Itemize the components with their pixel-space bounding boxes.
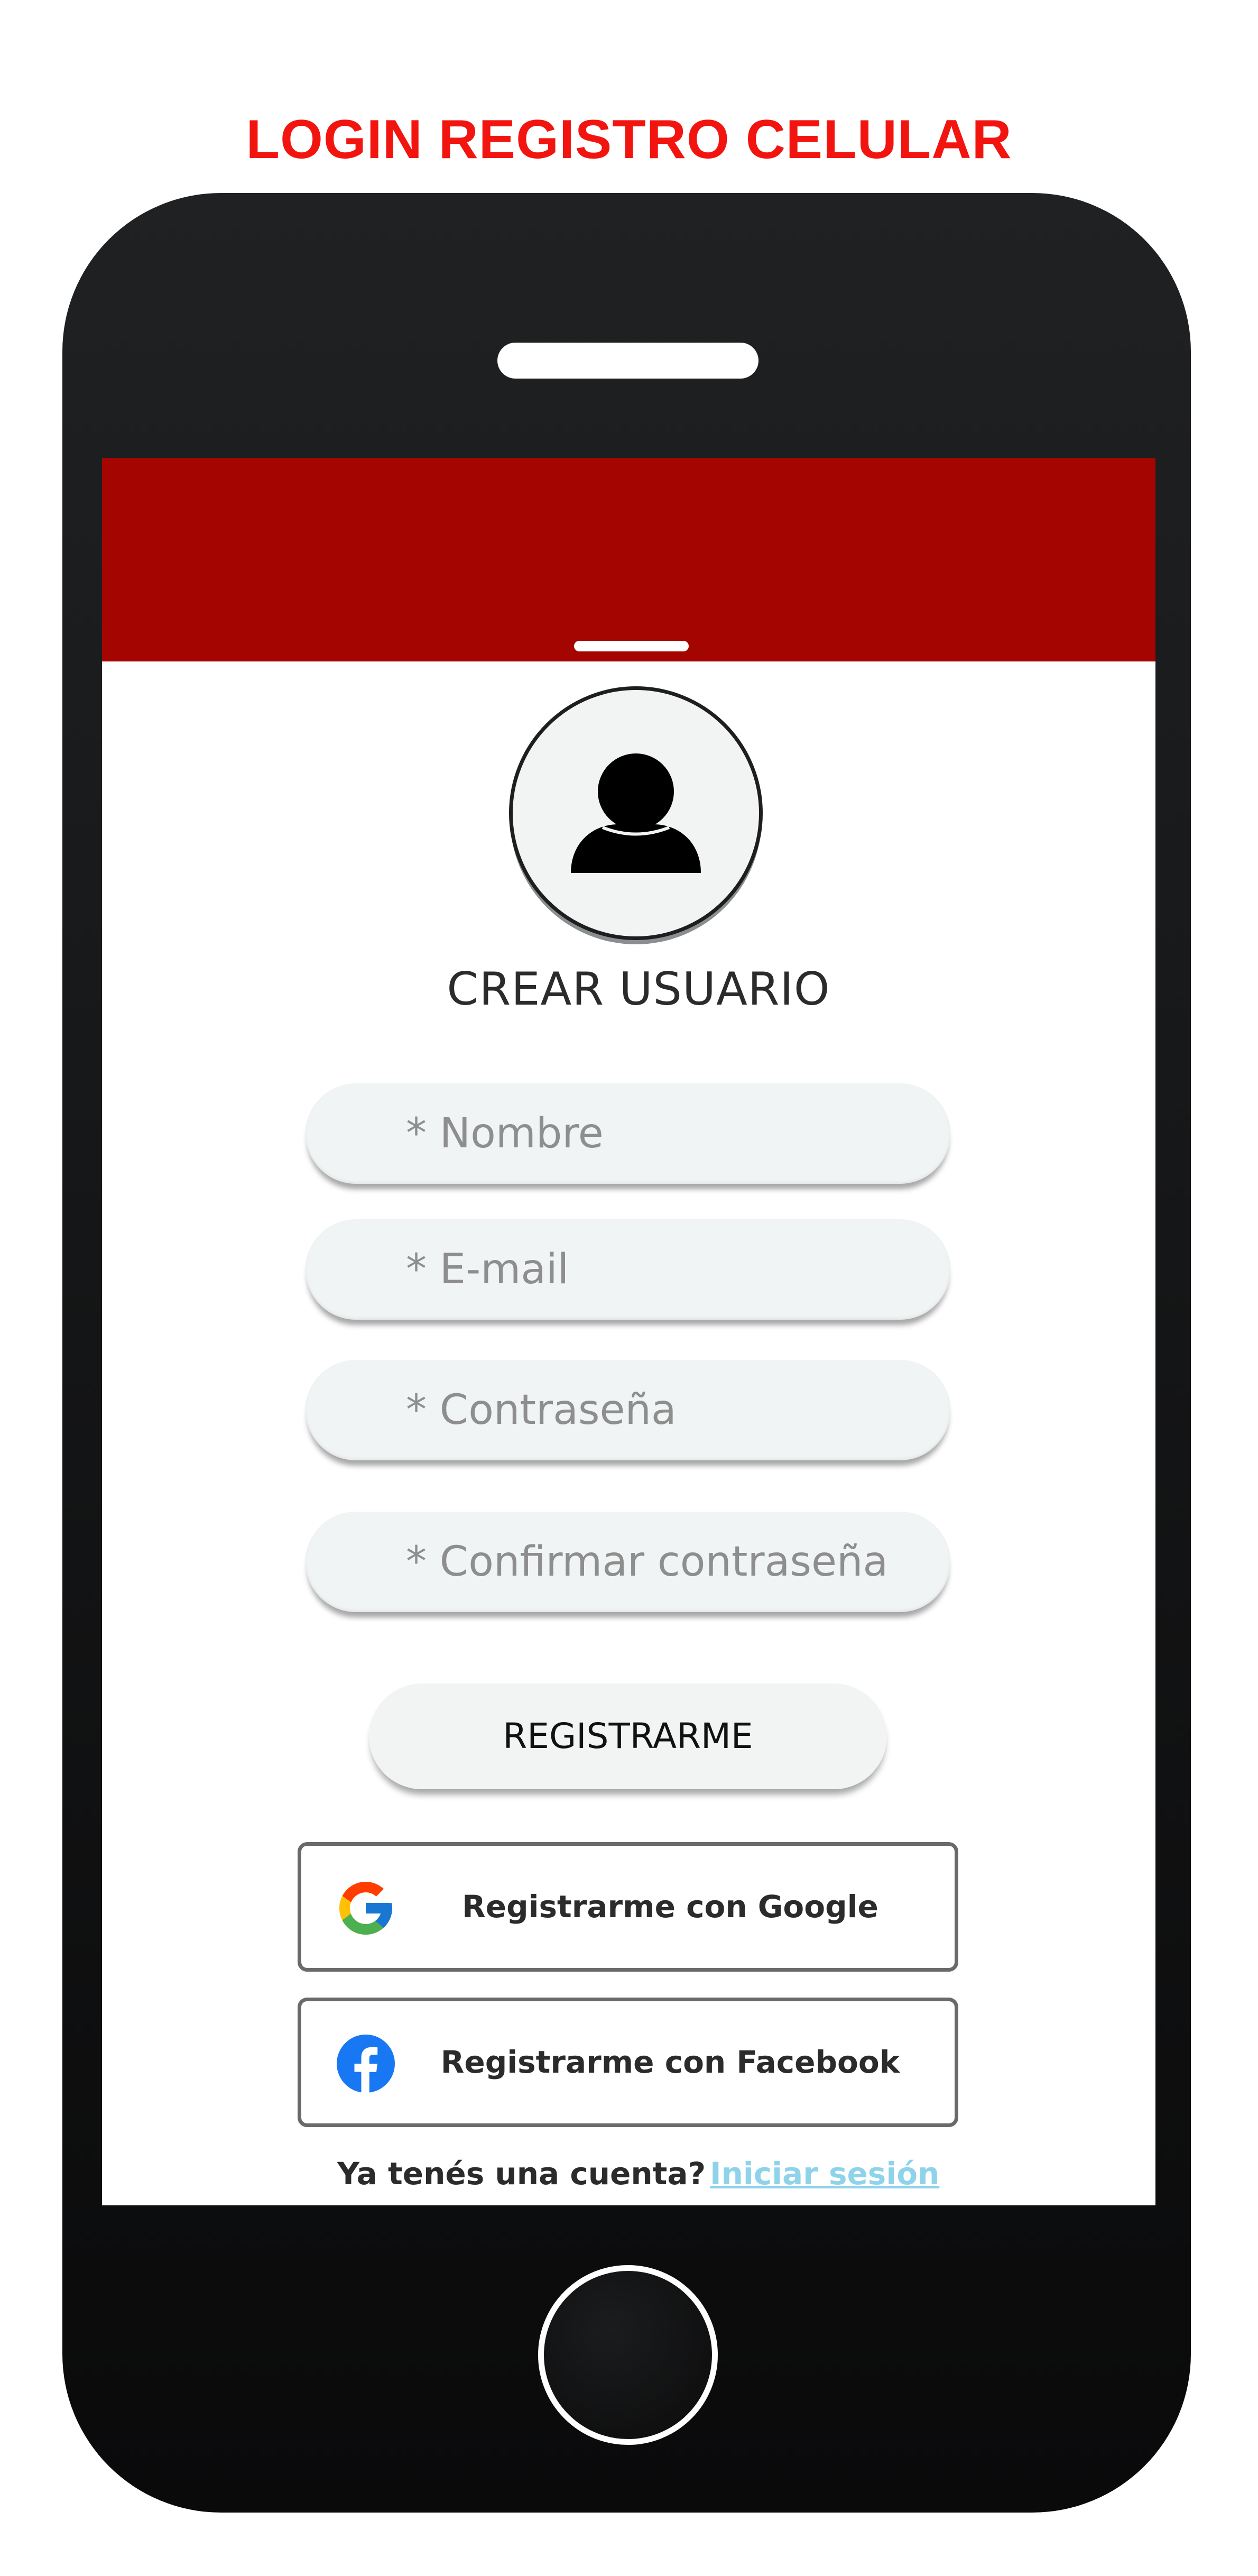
facebook-register-label: Registrarme con Facebook <box>440 2044 900 2080</box>
drag-handle[interactable] <box>574 641 689 651</box>
google-register-button[interactable]: Registrarme con Google <box>298 1842 958 1972</box>
phone-screen: CREAR USUARIO * Nombre * E-mail * Contra… <box>102 458 1155 2205</box>
home-button[interactable] <box>538 2265 718 2445</box>
form-title: CREAR USUARIO <box>447 963 830 1016</box>
account-prompt: Ya tenés una cuenta? <box>337 2156 706 2192</box>
login-link[interactable]: Iniciar sesión <box>710 2147 939 2200</box>
name-field[interactable]: * Nombre <box>306 1083 950 1184</box>
google-register-label: Registrarme con Google <box>462 1889 878 1925</box>
name-field-placeholder: * Nombre <box>406 1110 604 1157</box>
email-field-placeholder: * E-mail <box>406 1246 569 1293</box>
confirm-password-field-placeholder: * Confirmar contraseña <box>406 1538 889 1586</box>
page-title: LOGIN REGISTRO CELULAR <box>246 109 1012 170</box>
email-field[interactable]: * E-mail <box>306 1219 950 1320</box>
register-button[interactable]: REGISTRARME <box>369 1683 887 1789</box>
user-icon <box>571 753 701 873</box>
password-field-placeholder: * Contraseña <box>406 1386 677 1434</box>
password-field[interactable]: * Contraseña <box>306 1360 950 1460</box>
header-bar <box>102 458 1155 661</box>
confirm-password-field[interactable]: * Confirmar contraseña <box>306 1512 950 1612</box>
facebook-register-button[interactable]: Registrarme con Facebook <box>298 1998 958 2127</box>
phone-speaker <box>497 343 758 379</box>
avatar[interactable] <box>509 686 763 940</box>
